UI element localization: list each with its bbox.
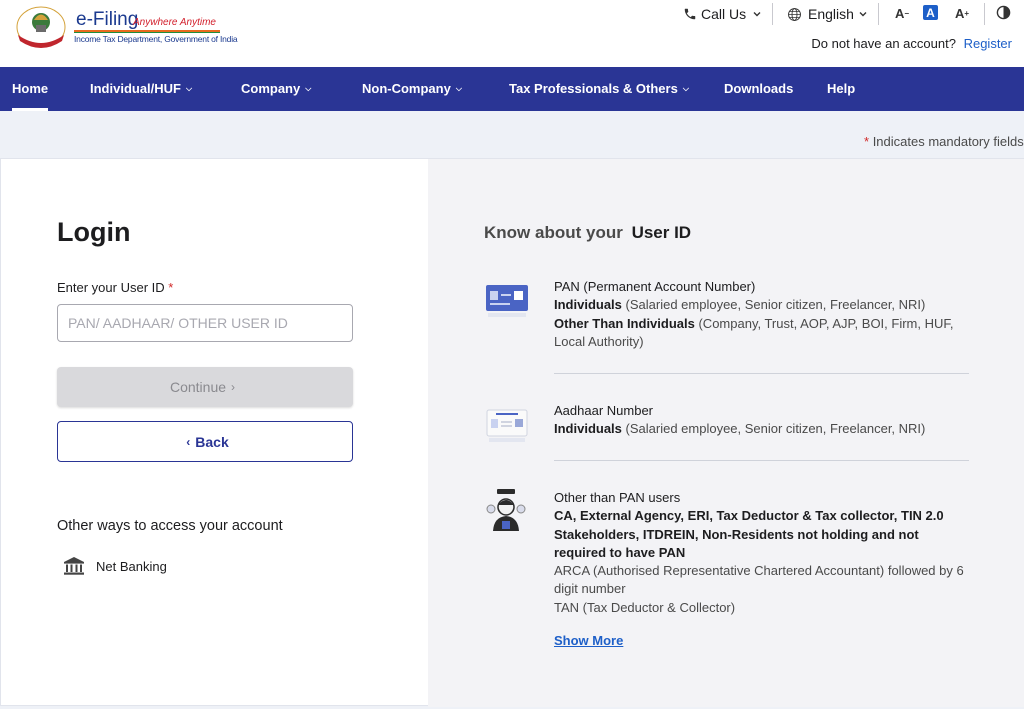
- pan-info: PAN (Permanent Account Number) Individua…: [554, 278, 974, 351]
- user-id-input[interactable]: [57, 304, 353, 342]
- user-id-label-text: Enter your User ID: [57, 280, 165, 295]
- main-nav: Home Individual/HUF ⌵ Company ⌵ Non-Compan…: [0, 67, 1024, 111]
- other-ways-heading: Other ways to access your account: [57, 518, 283, 534]
- info-heading-prefix: Know about your: [484, 223, 623, 242]
- font-increase-label: A: [954, 5, 965, 21]
- aadhaar-card-icon: [486, 409, 528, 442]
- language-label: English: [808, 6, 854, 22]
- mandatory-fields-note: * Indicates mandatory fields: [864, 134, 1024, 149]
- account-prompt: Do not have an account? Register: [811, 36, 1012, 51]
- separator: [984, 3, 985, 25]
- info-heading: Know about your User ID: [484, 223, 691, 243]
- brand-divider-green: [74, 32, 220, 33]
- nav-tax-professionals-label: Tax Professionals & Others: [509, 81, 678, 96]
- separator: [772, 3, 773, 25]
- required-star: *: [168, 280, 174, 295]
- chevron-down-icon: [753, 12, 761, 17]
- aadhaar-info: Aadhaar Number Individuals (Salaried emp…: [554, 402, 974, 439]
- nav-help[interactable]: Help: [827, 67, 855, 111]
- chevron-down-icon: ⌵: [682, 84, 689, 93]
- aadhaar-title: Aadhaar Number: [554, 403, 653, 418]
- aadhaar-individuals-text: (Salaried employee, Senior citizen, Free…: [621, 421, 926, 437]
- show-more-link[interactable]: Show More: [554, 633, 623, 648]
- tan-info: TAN (Tax Deductor & Collector): [554, 599, 736, 615]
- login-card: Login Enter your User ID * Continue › ‹ …: [0, 158, 1024, 707]
- nav-company-label: Company: [241, 81, 301, 96]
- pan-other-than-individuals: Other Than Individuals (Company, Trust, …: [554, 315, 974, 352]
- contrast-icon[interactable]: [996, 5, 1011, 20]
- font-normal-label: A: [926, 5, 935, 20]
- call-us-label: Call Us: [701, 6, 747, 22]
- divider: [554, 460, 969, 461]
- nav-individual-huf-label: Individual/HUF: [90, 81, 181, 96]
- font-normal-button[interactable]: A: [923, 5, 938, 20]
- back-button[interactable]: ‹ Back: [57, 421, 353, 462]
- chevron-down-icon: ⌵: [455, 84, 462, 93]
- pan-individuals-bold: Individuals: [554, 297, 622, 313]
- emblem-icon: [16, 6, 66, 48]
- globe-icon: [788, 7, 801, 21]
- page-title: Login: [57, 217, 131, 247]
- back-label: Back: [195, 433, 229, 450]
- pan-card-icon: [486, 285, 528, 317]
- nav-home-label: Home: [12, 81, 49, 96]
- chevron-down-icon: ⌵: [305, 84, 312, 93]
- brand-tagline: Anywhere Anytime: [133, 17, 216, 28]
- nav-tax-professionals[interactable]: Tax Professionals & Others ⌵: [509, 67, 689, 111]
- account-prompt-text: Do not have an account?: [811, 36, 956, 51]
- other-users-title: Other than PAN users: [554, 490, 681, 505]
- chevron-down-icon: [859, 12, 867, 17]
- continue-button[interactable]: Continue ›: [57, 367, 353, 407]
- separator: [878, 3, 879, 25]
- font-increase-button[interactable]: A +: [953, 4, 971, 22]
- chevron-right-icon: ›: [231, 380, 236, 394]
- phone-icon: [684, 8, 696, 20]
- brand-subtitle: Income Tax Department, Government of Ind…: [74, 34, 238, 44]
- continue-label: Continue: [169, 379, 227, 395]
- pan-individuals: Individuals (Salaried employee, Senior c…: [554, 296, 974, 314]
- aadhaar-individuals-bold: Individuals: [554, 421, 622, 437]
- other-pan-users-info: Other than PAN users CA, External Agency…: [554, 489, 974, 617]
- chevron-left-icon: ‹: [186, 434, 191, 449]
- nav-non-company-label: Non-Company: [362, 81, 451, 96]
- language-select[interactable]: English: [787, 0, 868, 28]
- nav-company[interactable]: Company ⌵: [241, 67, 311, 111]
- nav-help-label: Help: [827, 81, 856, 96]
- net-banking-option[interactable]: Net Banking: [63, 556, 167, 576]
- mandatory-note-text: Indicates mandatory fields: [872, 134, 1024, 149]
- other-users-categories: CA, External Agency, ERI, Tax Deductor &…: [554, 507, 974, 562]
- nav-downloads-label: Downloads: [724, 81, 794, 96]
- other-users-categories-bold: CA, External Agency, ERI, Tax Deductor &…: [554, 508, 944, 560]
- register-link[interactable]: Register: [964, 36, 1012, 51]
- efiling-logo[interactable]: e-Filing Anywhere Anytime Income Tax Dep…: [12, 5, 238, 49]
- user-id-label: Enter your User ID *: [57, 280, 173, 295]
- nav-non-company[interactable]: Non-Company ⌵: [362, 67, 462, 111]
- required-star: *: [864, 134, 870, 149]
- nav-downloads[interactable]: Downloads: [724, 67, 793, 111]
- nav-individual-huf[interactable]: Individual/HUF ⌵: [90, 67, 192, 111]
- chevron-down-icon: ⌵: [186, 84, 193, 93]
- brand-name: e-Filing: [76, 9, 139, 30]
- info-heading-emphasis: User ID: [631, 223, 692, 242]
- user-id-info-panel: Know about your User ID PAN (Permanent A…: [428, 159, 1024, 707]
- net-banking-label: Net Banking: [96, 558, 167, 574]
- bank-icon: [64, 557, 84, 575]
- font-decrease-label: A: [894, 5, 905, 21]
- arca-info: ARCA (Authorised Representative Chartere…: [554, 563, 964, 597]
- aadhaar-individuals: Individuals (Salaried employee, Senior c…: [554, 420, 974, 438]
- divider: [554, 373, 969, 374]
- top-header: e-Filing Anywhere Anytime Income Tax Dep…: [0, 0, 1024, 67]
- pan-title: PAN (Permanent Account Number): [554, 279, 756, 294]
- font-decrease-button[interactable]: A −: [893, 4, 911, 22]
- pan-other-bold: Other Than Individuals: [554, 315, 695, 331]
- nav-home[interactable]: Home: [12, 67, 49, 111]
- call-us-menu[interactable]: Call Us: [683, 0, 762, 28]
- pan-individuals-text: (Salaried employee, Senior citizen, Free…: [621, 297, 926, 313]
- other-users-icon: [486, 489, 526, 531]
